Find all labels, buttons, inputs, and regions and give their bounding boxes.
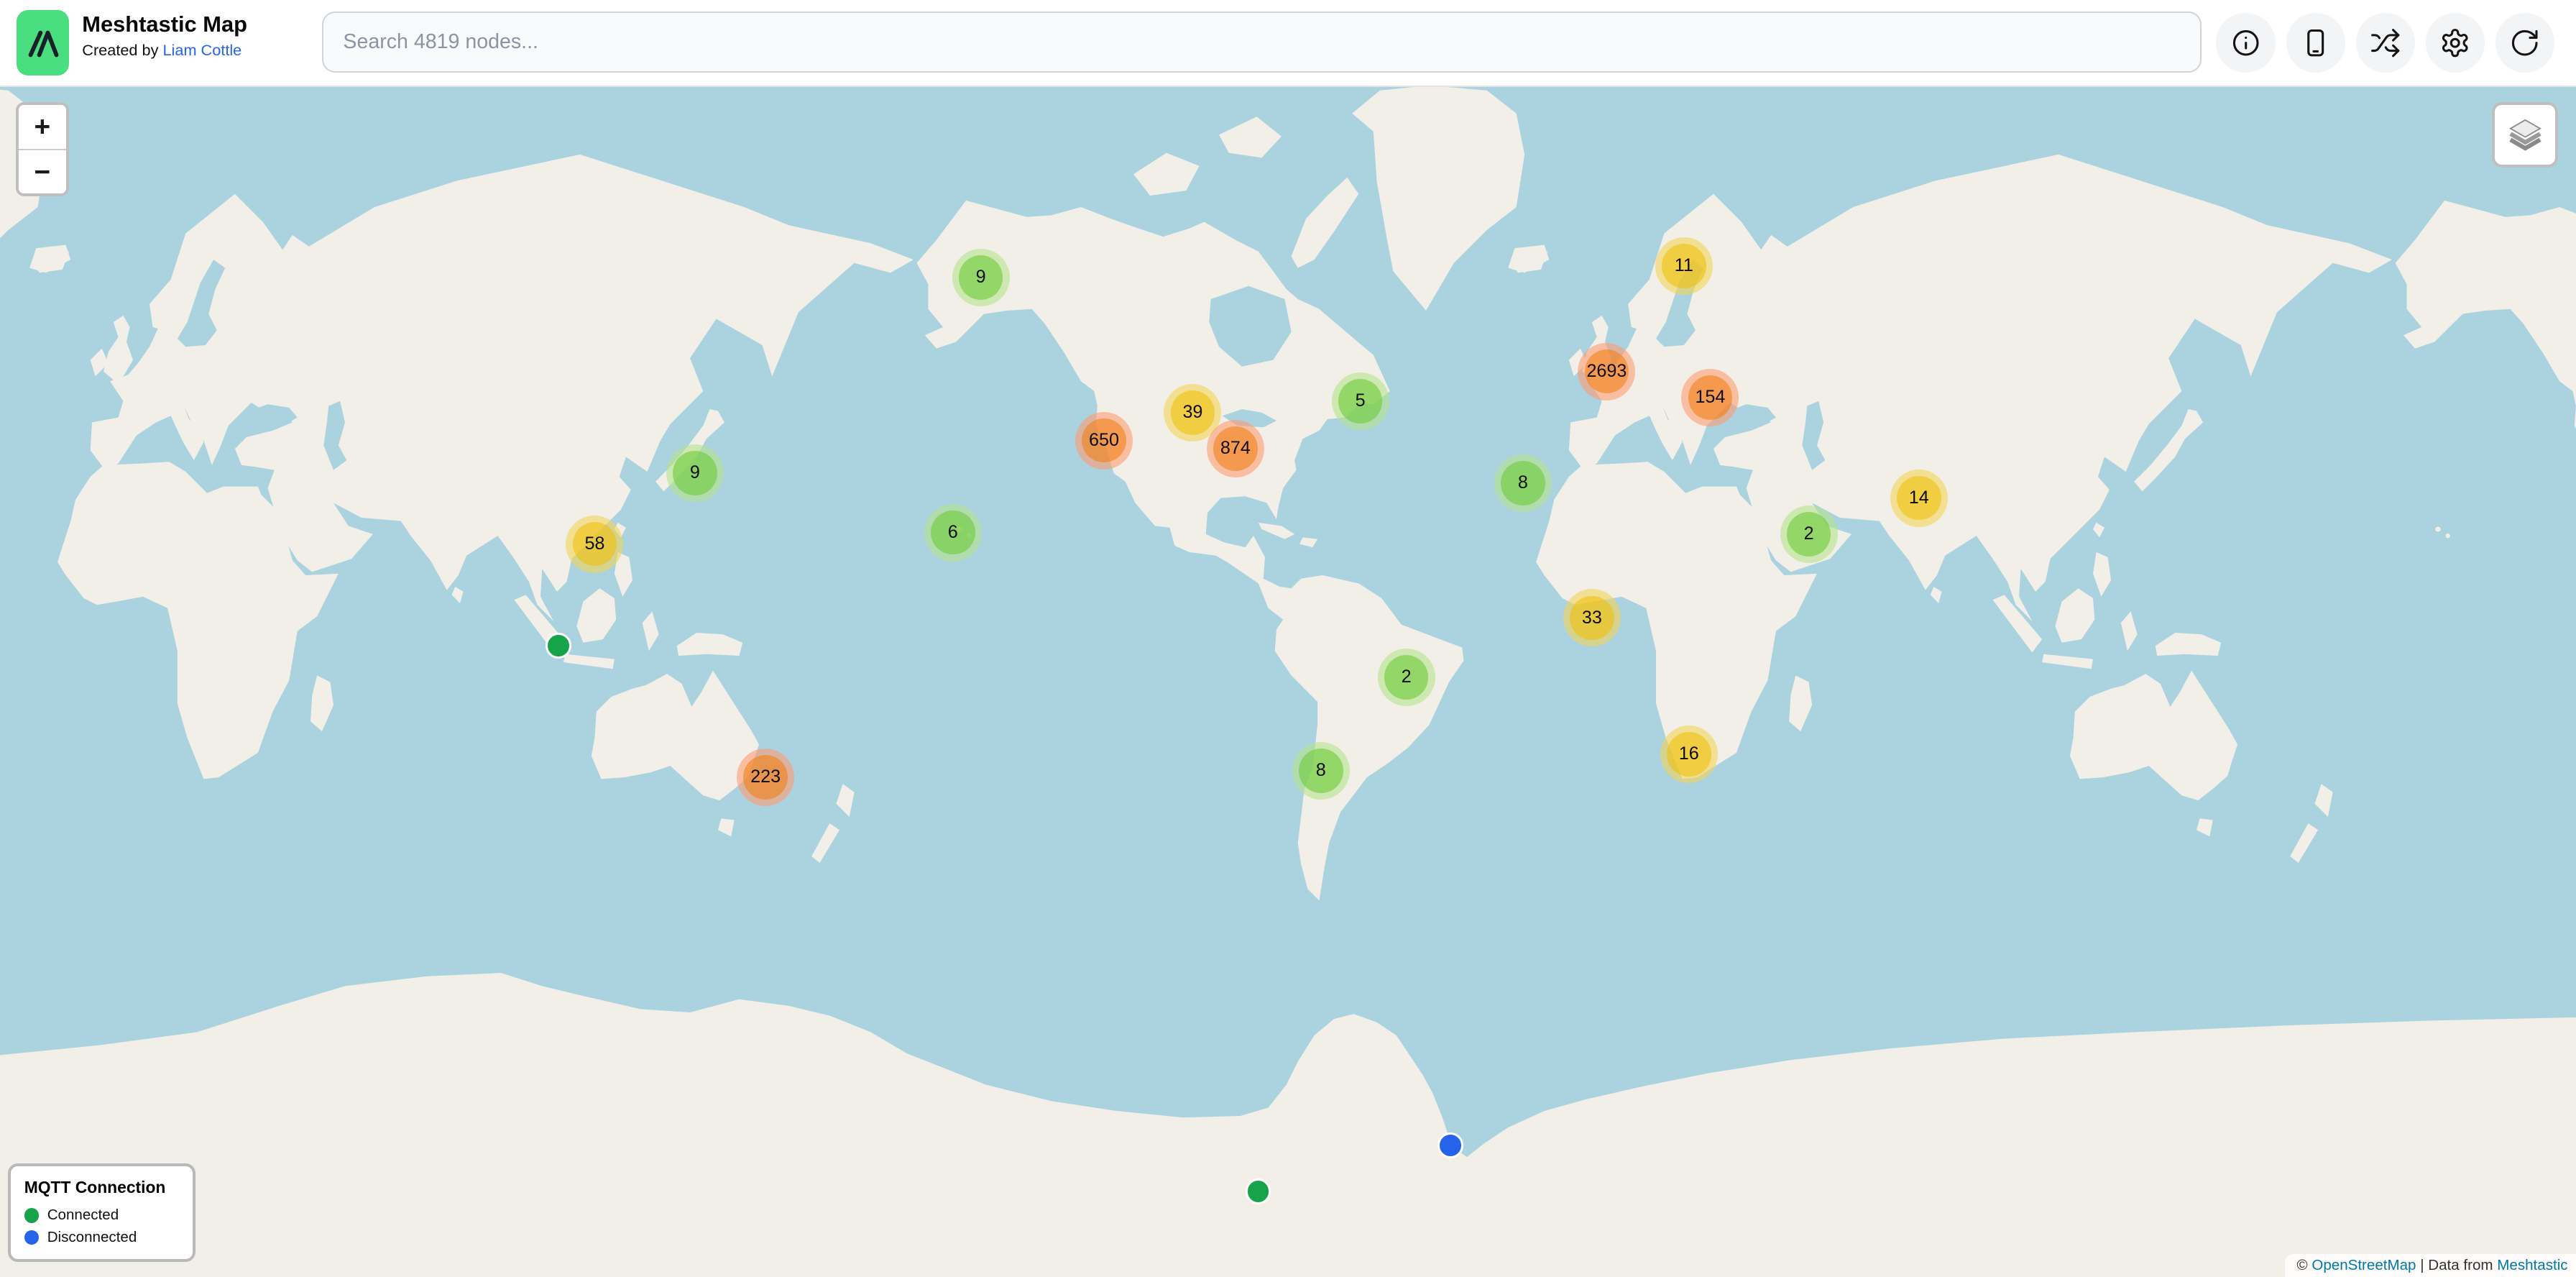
cluster-marker[interactable]: 223	[737, 749, 794, 806]
gear-icon	[2439, 27, 2470, 58]
cluster-marker[interactable]: 11	[1655, 237, 1713, 295]
info-icon	[2230, 27, 2261, 58]
cluster-marker[interactable]: 874	[1207, 420, 1264, 477]
node-marker-connected[interactable]	[1246, 1178, 1271, 1204]
zoom-control: + −	[16, 102, 69, 196]
cluster-marker[interactable]: 2	[1378, 649, 1435, 706]
author-link[interactable]: Liam Cottle	[162, 41, 242, 59]
cluster-marker[interactable]: 33	[1563, 589, 1621, 646]
page-title: Meshtastic Map	[82, 12, 247, 37]
search-input[interactable]	[322, 12, 2202, 73]
shuffle-icon	[2370, 27, 2401, 58]
app-header: Meshtastic Map Created by Liam Cottle	[0, 0, 2576, 87]
info-button[interactable]	[2216, 13, 2275, 72]
connected-dot-icon	[24, 1208, 40, 1223]
mobile-app-button[interactable]	[2286, 13, 2345, 72]
cluster-marker[interactable]: 16	[1660, 726, 1718, 783]
cluster-marker[interactable]: 9	[666, 444, 724, 502]
legend-item-connected: Connected	[24, 1207, 180, 1224]
cluster-marker[interactable]: 58	[566, 516, 623, 573]
meshtastic-map-app: 911269315439650874582149586331628223 Mes…	[0, 0, 2576, 1277]
cluster-marker[interactable]: 6	[924, 504, 982, 562]
meshtastic-logo-icon	[17, 10, 69, 75]
cluster-marker[interactable]: 5	[1332, 372, 1389, 430]
smartphone-icon	[2300, 27, 2331, 58]
refresh-icon	[2509, 27, 2540, 58]
settings-button[interactable]	[2426, 13, 2485, 72]
node-marker-connected[interactable]	[546, 633, 571, 659]
map-canvas[interactable]: 911269315439650874582149586331628223	[0, 0, 2576, 1277]
world-map	[0, 0, 2576, 1277]
cluster-marker[interactable]: 2693	[1578, 343, 1635, 401]
zoom-out-button[interactable]: −	[19, 149, 66, 193]
subtitle: Created by Liam Cottle	[82, 42, 247, 60]
disconnected-dot-icon	[24, 1230, 40, 1245]
refresh-button[interactable]	[2496, 13, 2554, 72]
map-attribution: © OpenStreetMap | Data from Meshtastic	[2285, 1254, 2576, 1277]
cluster-marker[interactable]: 2	[1780, 505, 1838, 563]
layers-icon	[2506, 115, 2545, 155]
osm-link[interactable]: OpenStreetMap	[2312, 1257, 2416, 1273]
cluster-marker[interactable]: 154	[1681, 369, 1739, 426]
cluster-marker[interactable]: 14	[1890, 470, 1948, 527]
legend-title: MQTT Connection	[24, 1178, 180, 1197]
cluster-marker[interactable]: 8	[1292, 742, 1350, 800]
meshtastic-link[interactable]: Meshtastic	[2497, 1257, 2567, 1273]
cluster-marker[interactable]: 650	[1075, 412, 1133, 470]
cluster-marker[interactable]: 9	[952, 249, 1010, 306]
zoom-in-button[interactable]: +	[19, 105, 66, 150]
mqtt-legend: MQTT Connection Connected Disconnected	[8, 1163, 196, 1263]
node-marker-disconnected[interactable]	[1438, 1132, 1463, 1158]
cluster-marker[interactable]: 8	[1494, 454, 1552, 512]
layers-control[interactable]	[2492, 102, 2557, 168]
legend-item-disconnected: Disconnected	[24, 1229, 180, 1246]
random-node-button[interactable]	[2356, 13, 2415, 72]
